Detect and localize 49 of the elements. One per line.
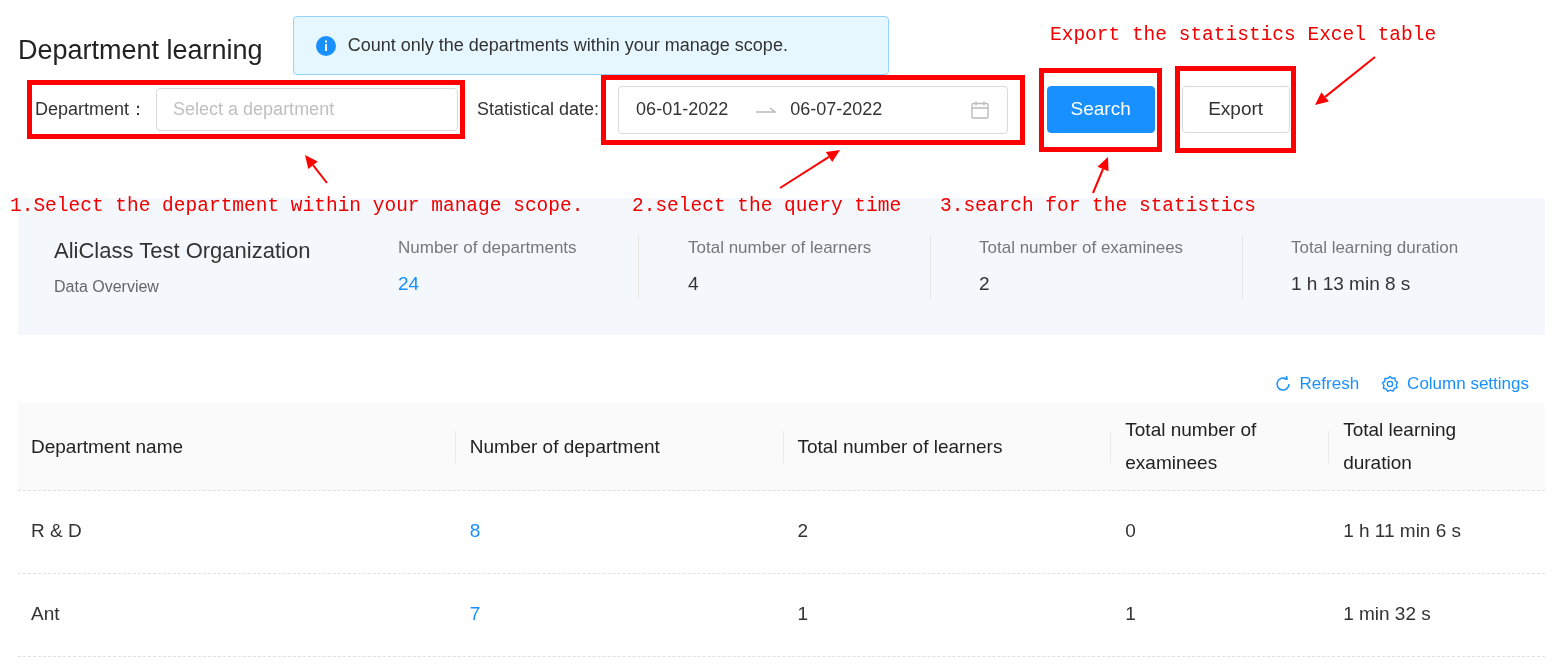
annotation-arrow [779, 150, 840, 189]
stat-label: Total number of learners [688, 236, 873, 259]
start-date: 06-01-2022 [636, 98, 729, 121]
table-cell-text: Ant [31, 602, 60, 627]
column-header: Department name [30, 434, 184, 459]
organization-name: AliClass Test Organization [54, 237, 312, 265]
refresh-icon [1273, 374, 1292, 393]
annotation-arrow [1092, 157, 1109, 194]
annotation-text: 1.Select the department within your manage scope. [10, 194, 584, 219]
column-settings-button[interactable]: Column settings [1381, 371, 1529, 397]
table-cell[interactable]: 7 [469, 600, 481, 629]
overview-subtitle: Data Overview [54, 277, 160, 297]
table-cell[interactable]: 8 [469, 517, 481, 546]
stat-label: Number of departments [398, 236, 578, 259]
stat-label: Total number of examinees [979, 236, 1185, 259]
end-date: 06-07-2022 [790, 98, 883, 121]
info-icon [315, 35, 336, 56]
column-header: Number of department [468, 434, 660, 459]
page-title: Department learning [18, 34, 263, 67]
column-header: Total learning duration [1342, 418, 1458, 475]
table-cell-text: 1 [797, 602, 809, 627]
notice-text: Count only the departments within your manage scope. [347, 34, 788, 57]
annotation-text: Export the statistics Excel table [1050, 23, 1437, 48]
stat-value: 1 h 13 min 8 s [1291, 272, 1412, 296]
stat-value: 2 [979, 272, 991, 296]
annotation-text: 2.select the query time [632, 194, 902, 219]
annotation-text: 3.search for the statistics [940, 194, 1256, 219]
table-cell-text: R & D [31, 519, 82, 544]
date-range-picker[interactable]: 06-01-2022 06-07-2022 [618, 85, 1009, 134]
table-cell-text: 1 min 32 s [1343, 602, 1431, 627]
refresh-button[interactable]: Refresh [1273, 371, 1360, 397]
date-label: Statistical date: [477, 98, 600, 121]
stat-label: Total learning duration [1291, 236, 1459, 259]
department-label: Department： [34, 98, 149, 121]
settings-icon [1381, 374, 1400, 393]
search-button[interactable]: Search [1046, 86, 1155, 133]
department-select[interactable]: Select a department [156, 88, 459, 131]
calendar-icon [970, 99, 991, 120]
annotation-arrow [1315, 56, 1376, 105]
column-header: Total number of learners [796, 434, 1003, 459]
export-button[interactable]: Export [1181, 86, 1290, 133]
table-cell-text: 1 h 11 min 6 s [1343, 519, 1462, 544]
table-cell-text: 0 [1125, 519, 1136, 544]
column-header: Total number of examinees [1124, 418, 1258, 475]
table-cell-text: 2 [797, 519, 809, 544]
annotation-arrow [305, 155, 328, 184]
stat-value[interactable]: 24 [398, 270, 638, 299]
stat-value: 4 [688, 272, 700, 296]
table-cell-text: 1 [1125, 602, 1136, 627]
